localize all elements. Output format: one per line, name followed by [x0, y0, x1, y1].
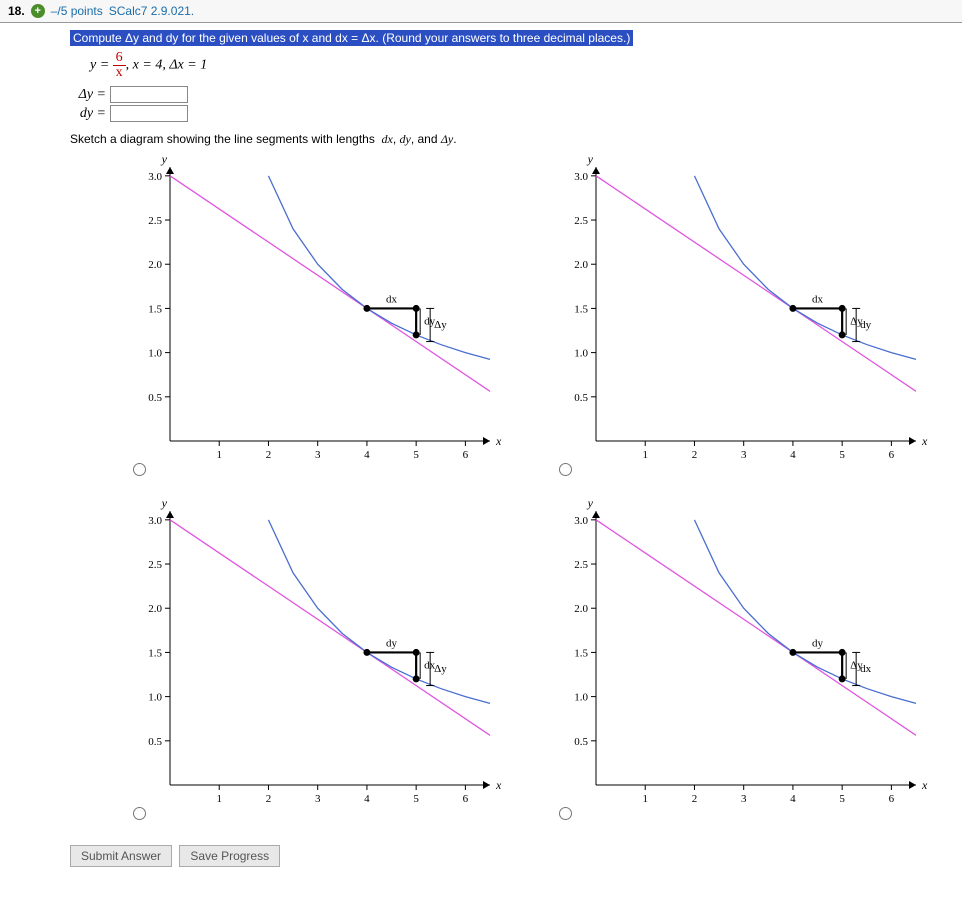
svg-text:2.0: 2.0: [574, 259, 588, 271]
answers-block: Δy = dy =: [70, 86, 952, 122]
svg-text:1: 1: [216, 449, 222, 461]
svg-text:2.5: 2.5: [148, 215, 162, 227]
svg-text:6: 6: [463, 793, 469, 805]
svg-text:3.0: 3.0: [574, 515, 588, 527]
svg-text:1: 1: [216, 793, 222, 805]
svg-text:y: y: [587, 152, 594, 166]
plus-icon[interactable]: +: [31, 4, 45, 18]
svg-text:1.0: 1.0: [574, 348, 588, 360]
svg-text:dy: dy: [860, 319, 872, 331]
svg-text:3: 3: [315, 793, 321, 805]
svg-text:5: 5: [413, 449, 419, 461]
svg-text:4: 4: [790, 793, 796, 805]
svg-text:dy: dy: [812, 637, 824, 649]
dy-input[interactable]: [110, 105, 188, 122]
svg-text:x: x: [495, 434, 502, 448]
chart-svg: 1234560.51.01.52.02.53.0xydxΔydy: [536, 151, 936, 481]
points-label: –/5 points: [51, 4, 103, 18]
fraction-denominator: x: [113, 66, 126, 80]
svg-text:2.0: 2.0: [148, 603, 162, 615]
chart-option-a: 1234560.51.01.52.02.53.0xydxdyΔy: [110, 151, 510, 491]
svg-text:1.5: 1.5: [574, 647, 588, 659]
svg-text:dy: dy: [386, 637, 398, 649]
svg-text:Δy: Δy: [434, 663, 447, 675]
equation-rest: , x = 4, Δx = 1: [126, 58, 208, 73]
svg-text:dx: dx: [386, 293, 398, 305]
chart-option-d: 1234560.51.01.52.02.53.0xydyΔydx: [536, 495, 936, 835]
svg-text:3: 3: [741, 793, 747, 805]
charts-grid: 1 2 3 4 5 6 0.5 1.0 1.5 2.0 2.5 3.0 x y dx dy Δy 1 2 3 4 5 6 0…: [110, 151, 952, 835]
svg-text:2: 2: [266, 793, 272, 805]
svg-text:5: 5: [413, 793, 419, 805]
dy-label: dy =: [70, 106, 106, 122]
svg-text:2: 2: [266, 449, 272, 461]
delta-y-label: Δy =: [70, 87, 106, 103]
svg-text:4: 4: [790, 449, 796, 461]
svg-text:3.0: 3.0: [148, 171, 162, 183]
option-b-radio[interactable]: [559, 463, 572, 476]
chart-option-b: 1234560.51.01.52.02.53.0xydxΔydy: [536, 151, 936, 491]
submit-button[interactable]: Submit Answer: [70, 845, 172, 867]
option-a-radio[interactable]: [133, 463, 146, 476]
svg-text:2.0: 2.0: [148, 259, 162, 271]
svg-text:2.0: 2.0: [574, 603, 588, 615]
svg-text:1: 1: [642, 449, 648, 461]
svg-text:2.5: 2.5: [148, 559, 162, 571]
svg-text:6: 6: [463, 449, 469, 461]
svg-text:dx: dx: [860, 663, 872, 675]
svg-text:4: 4: [364, 793, 370, 805]
svg-text:1.5: 1.5: [148, 647, 162, 659]
chart-svg: 1234560.51.01.52.02.53.0xydyΔydx: [536, 495, 936, 825]
svg-text:6: 6: [889, 449, 895, 461]
svg-text:0.5: 0.5: [574, 736, 588, 748]
svg-text:dx: dx: [812, 293, 824, 305]
equation: y = 6x, x = 4, Δx = 1: [90, 51, 932, 80]
chart-option-c: 1234560.51.01.52.02.53.0xydydxΔy: [110, 495, 510, 835]
svg-text:4: 4: [364, 449, 370, 461]
svg-text:1: 1: [642, 793, 648, 805]
svg-text:1.0: 1.0: [148, 692, 162, 704]
delta-y-input[interactable]: [110, 86, 188, 103]
svg-text:3.0: 3.0: [574, 171, 588, 183]
svg-text:1.0: 1.0: [574, 692, 588, 704]
svg-text:0.5: 0.5: [148, 392, 162, 404]
svg-text:5: 5: [839, 449, 845, 461]
svg-text:2.5: 2.5: [574, 215, 588, 227]
svg-text:2: 2: [692, 449, 698, 461]
svg-text:x: x: [495, 778, 502, 792]
svg-text:2: 2: [692, 793, 698, 805]
save-button[interactable]: Save Progress: [179, 845, 280, 867]
svg-text:Δy: Δy: [434, 319, 447, 331]
chart-svg: 1234560.51.01.52.02.53.0xydydxΔy: [110, 495, 510, 825]
svg-text:0.5: 0.5: [148, 736, 162, 748]
svg-text:3.0: 3.0: [148, 515, 162, 527]
svg-text:y: y: [161, 152, 168, 166]
svg-text:2.5: 2.5: [574, 559, 588, 571]
question-body: Compute Δy and dy for the given values o…: [60, 23, 962, 881]
svg-text:0.5: 0.5: [574, 392, 588, 404]
svg-text:1.0: 1.0: [148, 348, 162, 360]
svg-text:x: x: [921, 778, 928, 792]
option-c-radio[interactable]: [133, 807, 146, 820]
svg-text:y: y: [587, 496, 594, 510]
question-number: 18.: [8, 4, 25, 18]
svg-text:y: y: [161, 496, 168, 510]
svg-text:1.5: 1.5: [574, 303, 588, 315]
fraction-numerator: 6: [113, 51, 126, 66]
svg-text:x: x: [921, 434, 928, 448]
chart-svg: 1234560.51.01.52.02.53.0xydxdyΔy: [110, 151, 510, 481]
button-row: Submit Answer Save Progress: [70, 845, 952, 867]
svg-text:1.5: 1.5: [148, 303, 162, 315]
svg-text:3: 3: [315, 449, 321, 461]
svg-text:5: 5: [839, 793, 845, 805]
source-label: SCalc7 2.9.021.: [109, 4, 194, 18]
svg-text:3: 3: [741, 449, 747, 461]
sketch-instruction: Sketch a diagram showing the line segmen…: [70, 132, 952, 147]
svg-text:6: 6: [889, 793, 895, 805]
instruction-highlight: Compute Δy and dy for the given values o…: [70, 30, 633, 46]
question-header: 18. + –/5 points SCalc7 2.9.021.: [0, 0, 962, 23]
option-d-radio[interactable]: [559, 807, 572, 820]
